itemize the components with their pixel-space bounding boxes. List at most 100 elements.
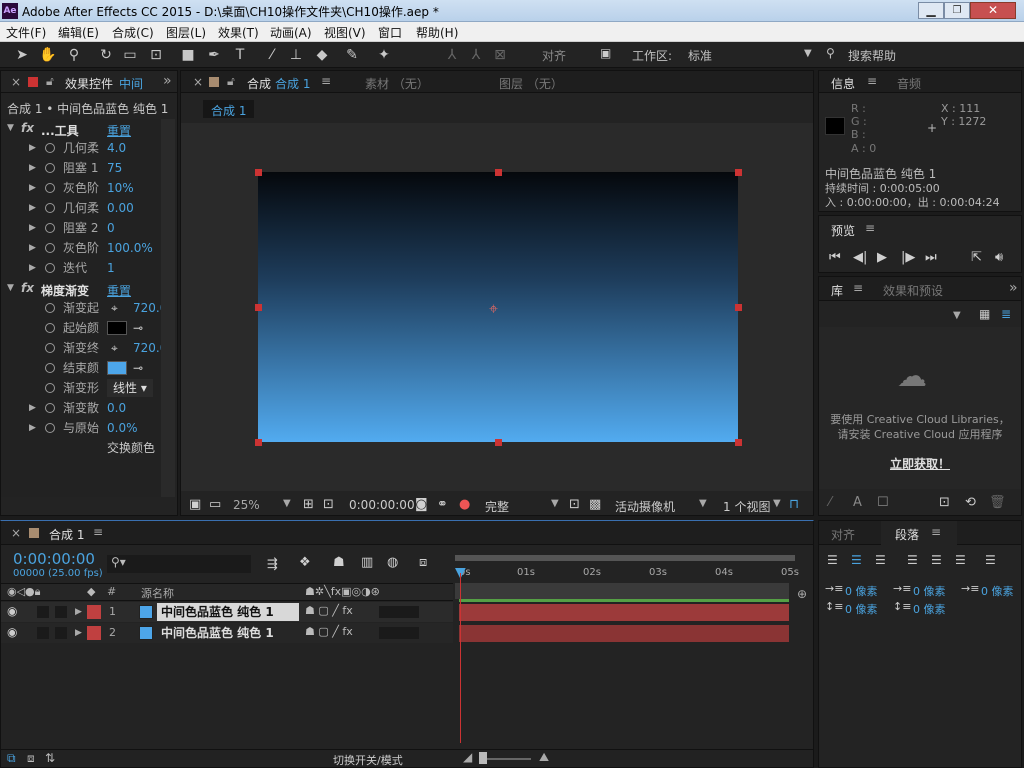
comp-sub-tab[interactable]: 合成 1 — [203, 100, 255, 118]
trash-icon[interactable]: 🗑︎ — [989, 495, 1006, 510]
indent-first-value[interactable]: 0 像素 — [913, 583, 946, 599]
table-row[interactable]: ◉ ▶ 1 中间色品蓝色 纯色 1 ☗ ▢ ╱ fx — [1, 602, 453, 622]
chevron-down-icon[interactable]: ▼ — [283, 498, 291, 509]
stamp-tool-icon[interactable]: ⊥ — [286, 45, 306, 65]
previous-frame-icon[interactable]: ◀| — [853, 250, 867, 265]
views-select[interactable]: 1 个视图 — [723, 498, 770, 515]
tab-effects-presets[interactable]: 效果和预设 — [883, 282, 943, 299]
tab-effect-controls[interactable]: 效果控件 — [65, 75, 113, 92]
visibility-eye-icon[interactable]: ◉ — [7, 625, 17, 639]
add-color-icon[interactable]: ☐ — [877, 495, 889, 510]
selection-handle[interactable] — [735, 169, 742, 176]
stopwatch-icon[interactable] — [45, 203, 55, 213]
eraser-tool-icon[interactable]: ◆ — [312, 45, 332, 65]
brush-tool-icon[interactable]: ⁄ — [262, 45, 282, 65]
hand-tool-icon[interactable]: ✋ — [38, 45, 58, 65]
selection-tool-icon[interactable]: ➤ — [12, 45, 32, 65]
menu-animation[interactable]: 动画(A) — [270, 24, 312, 41]
anchor-point-icon[interactable]: ⌖ — [489, 299, 498, 319]
resolution-select[interactable]: 完整 — [485, 498, 509, 515]
menu-icon[interactable]: ≡ — [931, 525, 941, 539]
first-frame-icon[interactable]: ⏮ — [829, 250, 841, 265]
justify-center-icon[interactable]: ☰ — [931, 553, 942, 567]
menu-effect[interactable]: 效果(T) — [218, 24, 259, 41]
menu-icon[interactable]: ≡ — [93, 525, 103, 539]
comp-button-icon[interactable]: ⊕ — [797, 587, 807, 601]
audio-icon[interactable]: 🔊︎ — [995, 250, 1003, 265]
stopwatch-icon[interactable] — [45, 183, 55, 193]
graph-editor-icon[interactable]: ⧈ — [419, 555, 427, 570]
rectangle-tool-icon[interactable]: ■ — [178, 45, 198, 65]
zoom-slider-thumb[interactable] — [479, 752, 487, 764]
layer-name[interactable]: 中间色品蓝色 纯色 1 — [161, 624, 274, 642]
channel-icon[interactable]: ● — [459, 497, 470, 512]
workspace-select[interactable]: 标准 — [688, 47, 814, 64]
frame-blend-icon[interactable]: ▥ — [361, 555, 373, 570]
chevron-down-icon[interactable]: ▼ — [773, 498, 781, 509]
axis-local-icon[interactable]: ⅄ — [442, 45, 462, 65]
work-area-strip[interactable] — [455, 583, 789, 599]
expand-icon[interactable]: » — [1009, 280, 1018, 296]
list-view-icon[interactable]: ≣ — [1001, 307, 1011, 321]
table-row[interactable]: ◉ ▶ 2 中间色品蓝色 纯色 1 ☗ ▢ ╱ fx — [1, 623, 453, 643]
selection-handle[interactable] — [495, 169, 502, 176]
toggle-icon[interactable]: ⊓ — [789, 497, 799, 512]
menu-icon[interactable]: ≡ — [321, 74, 331, 88]
fx-icon[interactable]: fx — [21, 121, 34, 135]
mask-icon[interactable]: ⊡ — [323, 497, 334, 512]
menu-layer[interactable]: 图层(L) — [166, 24, 206, 41]
frame-icon[interactable]: ⇅ — [45, 751, 55, 765]
expand-icon[interactable]: » — [163, 73, 172, 89]
tab-composition[interactable]: 合成 — [247, 75, 271, 92]
selection-handle[interactable] — [495, 439, 502, 446]
shy-icon[interactable]: ☗ — [333, 555, 345, 570]
tab-footage[interactable]: 素材 （无） — [365, 75, 429, 92]
chevron-down-icon[interactable]: ▼ — [699, 498, 707, 509]
motion-blur-icon[interactable]: ◍ — [387, 555, 398, 570]
expand-layer-icon[interactable]: ⧉ — [7, 751, 16, 766]
column-source-name[interactable]: 源名称 — [141, 585, 174, 601]
sync-icon[interactable]: ⟲ — [965, 495, 976, 510]
menu-window[interactable]: 窗口 — [378, 24, 402, 41]
close-icon[interactable]: × — [11, 75, 21, 89]
pen-tool-icon[interactable]: ✒ — [204, 45, 224, 65]
align-center-icon[interactable]: ☰ — [851, 553, 862, 567]
selection-handle[interactable] — [735, 304, 742, 311]
tab-align[interactable]: 对齐 — [831, 526, 855, 543]
chevron-down-icon[interactable]: ▼ — [953, 310, 961, 321]
indent-right-value[interactable]: 0 像素 — [981, 583, 1014, 599]
justify-left-icon[interactable]: ☰ — [907, 553, 918, 567]
camera-tool-icon[interactable]: ▭ — [120, 45, 140, 65]
layer-search-input[interactable]: ⚲▾ — [107, 555, 251, 573]
search-help-input[interactable]: 搜索帮助 — [848, 47, 1018, 64]
indent-left-value[interactable]: 0 像素 — [845, 583, 878, 599]
last-frame-icon[interactable]: ⏭ — [925, 250, 937, 265]
layer-duration-bar[interactable] — [459, 625, 789, 642]
stopwatch-icon[interactable] — [45, 163, 55, 173]
puppet-tool-icon[interactable]: ✦ — [374, 45, 394, 65]
crosshair-icon[interactable]: ⌖ — [111, 338, 118, 358]
stock-icon[interactable]: ⊡ — [939, 495, 950, 510]
stopwatch-icon[interactable] — [45, 243, 55, 253]
maximize-button[interactable]: ❐ — [944, 2, 970, 19]
layer-duration-bar[interactable] — [459, 604, 789, 621]
zoom-in-icon[interactable]: ⛰ — [539, 750, 549, 765]
label-color[interactable] — [87, 626, 101, 640]
work-area-bar[interactable] — [455, 555, 795, 561]
show-snapshot-icon[interactable]: ⚭ — [437, 497, 448, 512]
space-after-value[interactable]: 0 像素 — [913, 601, 946, 617]
ramp-shape-select[interactable]: 线性 ▾ — [107, 379, 153, 397]
tab-library[interactable]: 库 — [831, 282, 843, 299]
start-color-swatch[interactable] — [107, 321, 127, 335]
next-frame-icon[interactable]: |▶ — [901, 250, 915, 265]
transparency-grid-icon[interactable]: ▩ — [589, 497, 601, 512]
minimize-button[interactable]: ▁ — [918, 2, 944, 19]
menu-edit[interactable]: 编辑(E) — [58, 24, 99, 41]
close-icon[interactable]: × — [193, 75, 203, 89]
stopwatch-icon[interactable] — [45, 423, 55, 433]
stopwatch-icon[interactable] — [45, 223, 55, 233]
timeline-timecode[interactable]: 0:00:00:00 — [13, 550, 95, 568]
fx-icon[interactable]: fx — [21, 281, 34, 295]
menu-view[interactable]: 视图(V) — [324, 24, 366, 41]
camera-select[interactable]: 活动摄像机 — [615, 498, 675, 515]
